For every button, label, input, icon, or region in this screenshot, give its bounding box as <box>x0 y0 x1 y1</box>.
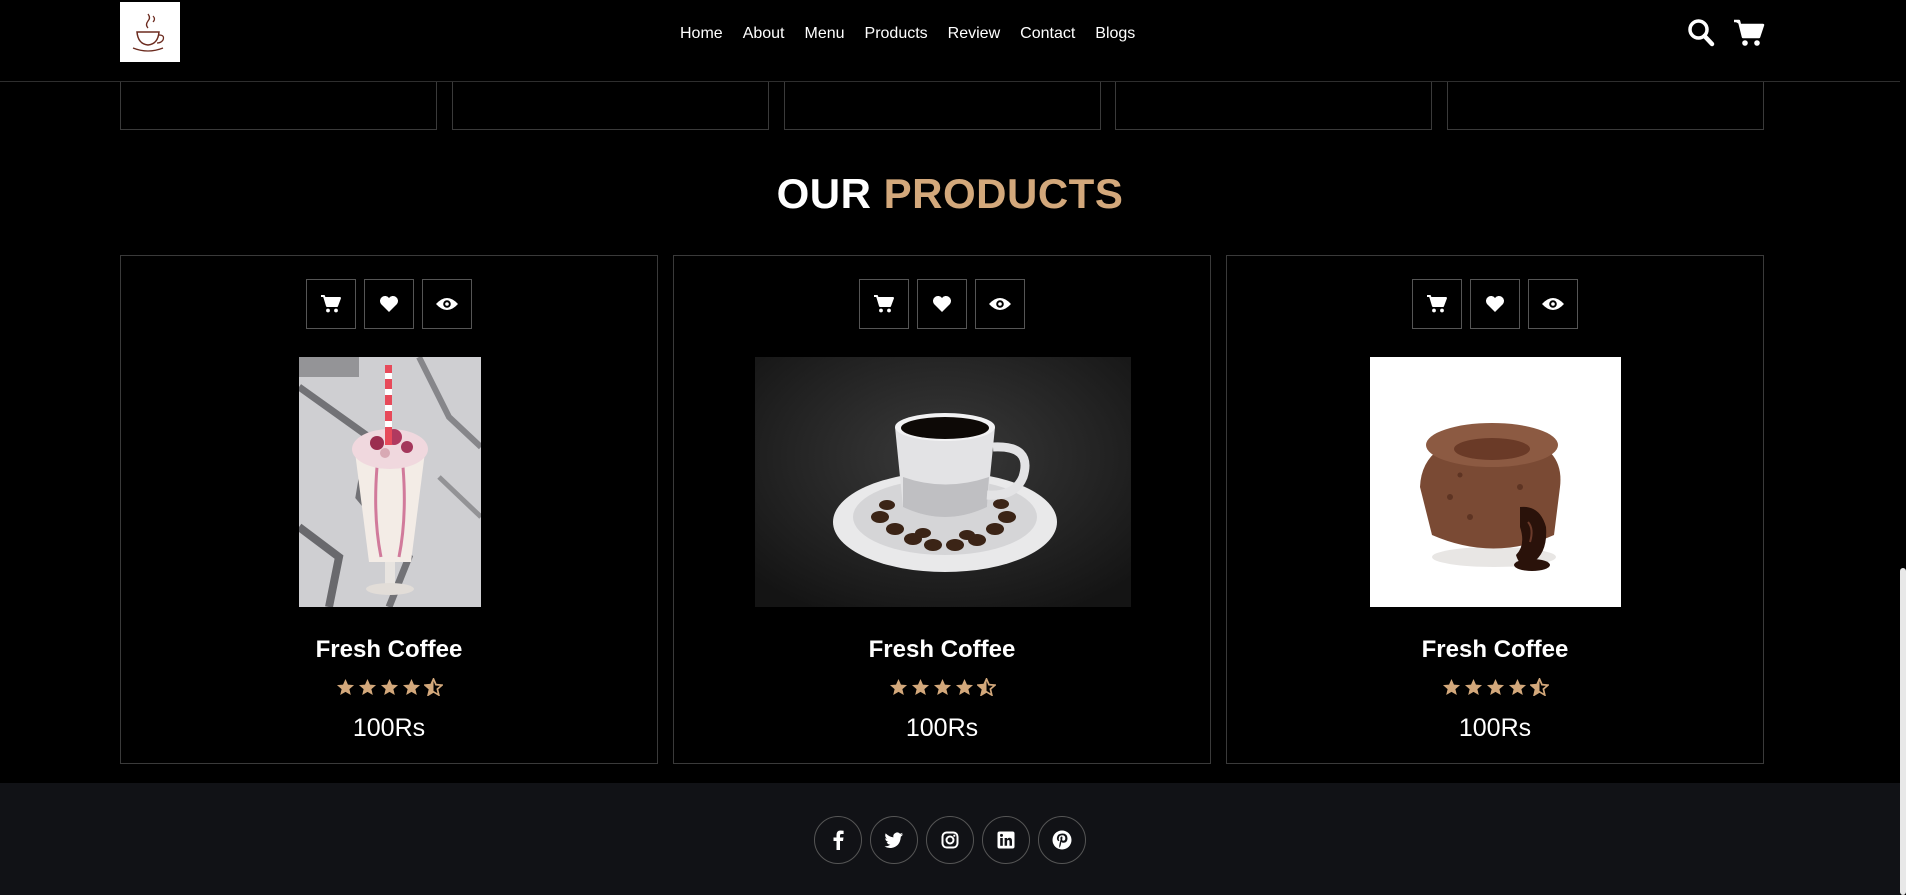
product-price: 100Rs <box>1458 714 1532 742</box>
wishlist-button[interactable] <box>917 279 967 329</box>
product-actions <box>674 279 1210 329</box>
quick-view-button[interactable] <box>1528 279 1578 329</box>
search-icon[interactable] <box>1687 18 1715 53</box>
main-nav: Home About Menu Products Review Contact … <box>680 0 1135 68</box>
nav-review[interactable]: Review <box>948 25 1000 43</box>
quick-view-button[interactable] <box>422 279 472 329</box>
product-image <box>755 357 1131 607</box>
wishlist-button[interactable] <box>364 279 414 329</box>
section-heading: OUR PRODUCTS <box>0 170 1900 218</box>
nav-contact[interactable]: Contact <box>1020 25 1075 43</box>
social-links <box>0 816 1900 864</box>
cart-icon[interactable] <box>1733 18 1765 53</box>
milkshake-photo <box>299 357 481 607</box>
wishlist-button[interactable] <box>1470 279 1520 329</box>
cart-icon <box>1427 295 1447 313</box>
product-name: Fresh Coffee <box>1421 636 1569 663</box>
product-price: 100Rs <box>352 714 426 742</box>
product-rating <box>121 678 657 696</box>
chocolate-lava-cake-photo <box>1370 357 1621 607</box>
nav-home[interactable]: Home <box>680 25 723 43</box>
nav-menu[interactable]: Menu <box>805 25 845 43</box>
pinterest-link[interactable] <box>1038 816 1086 864</box>
add-to-cart-button[interactable] <box>306 279 356 329</box>
product-actions <box>1227 279 1763 329</box>
product-image <box>299 357 481 607</box>
site-logo[interactable] <box>120 2 180 62</box>
facebook-icon <box>833 830 844 850</box>
product-rating <box>1227 678 1763 696</box>
star-icon <box>1442 678 1460 696</box>
star-icon <box>1464 678 1482 696</box>
page-scrollbar[interactable] <box>1900 0 1906 895</box>
product-price: 100Rs <box>905 714 979 742</box>
site-footer <box>0 783 1900 895</box>
heading-accent: PRODUCTS <box>883 170 1124 217</box>
heart-icon <box>1486 296 1504 312</box>
add-to-cart-button[interactable] <box>859 279 909 329</box>
instagram-link[interactable] <box>926 816 974 864</box>
star-icon <box>336 678 354 696</box>
star-icon <box>358 678 376 696</box>
instagram-icon <box>941 831 959 849</box>
star-icon <box>1508 678 1526 696</box>
quick-view-button[interactable] <box>975 279 1025 329</box>
half-star-icon <box>423 678 443 696</box>
linkedin-link[interactable] <box>982 816 1030 864</box>
add-to-cart-button[interactable] <box>1412 279 1462 329</box>
star-icon <box>380 678 398 696</box>
coffee-cup-logo-icon <box>132 13 165 52</box>
star-icon <box>911 678 929 696</box>
star-icon <box>933 678 951 696</box>
eye-icon <box>1542 298 1564 310</box>
nav-blogs[interactable]: Blogs <box>1095 25 1135 43</box>
cart-icon <box>874 295 894 313</box>
nav-products[interactable]: Products <box>865 25 928 43</box>
black-coffee-cup-photo <box>755 357 1131 607</box>
product-image <box>1370 357 1621 607</box>
half-star-icon <box>1529 678 1549 696</box>
star-icon <box>955 678 973 696</box>
twitter-link[interactable] <box>870 816 918 864</box>
star-icon <box>402 678 420 696</box>
product-card: Fresh Coffee 100Rs <box>120 255 658 764</box>
heart-icon <box>380 296 398 312</box>
nav-about[interactable]: About <box>743 25 785 43</box>
product-name: Fresh Coffee <box>315 636 463 663</box>
eye-icon <box>436 298 458 310</box>
facebook-link[interactable] <box>814 816 862 864</box>
product-card: Fresh Coffee 100Rs <box>1226 255 1764 764</box>
site-header: Home About Menu Products Review Contact … <box>0 0 1900 82</box>
cart-icon <box>321 295 341 313</box>
linkedin-icon <box>997 831 1015 849</box>
heading-main: OUR <box>776 170 872 217</box>
twitter-icon <box>884 832 904 848</box>
eye-icon <box>989 298 1011 310</box>
heart-icon <box>933 296 951 312</box>
scrollbar-thumb[interactable] <box>1900 568 1906 895</box>
product-actions <box>121 279 657 329</box>
product-name: Fresh Coffee <box>868 636 1016 663</box>
star-icon <box>889 678 907 696</box>
product-rating <box>674 678 1210 696</box>
pinterest-icon <box>1052 830 1072 850</box>
half-star-icon <box>976 678 996 696</box>
star-icon <box>1486 678 1504 696</box>
product-card: Fresh Coffee 100Rs <box>673 255 1211 764</box>
